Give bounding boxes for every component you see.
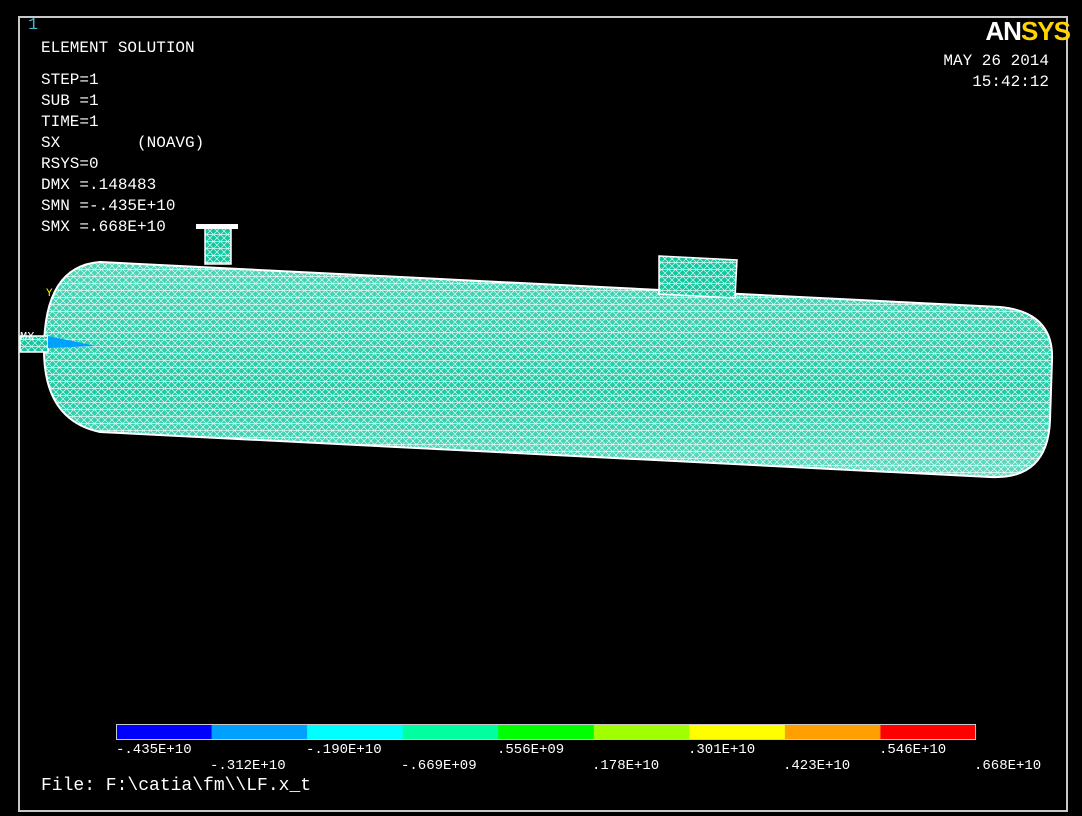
legend-color-band: [593, 725, 690, 739]
legend-color-band: [689, 725, 786, 739]
max-marker-label: MX: [20, 330, 34, 344]
legend-color-band: [880, 725, 976, 739]
legend-color-band: [784, 725, 881, 739]
axis-y-label: Y: [46, 288, 53, 300]
vessel-mesh: [42, 260, 1054, 479]
legend-color-band: [402, 725, 499, 739]
legend-color-band: [116, 725, 213, 739]
legend-color-band: [307, 725, 404, 739]
legend-color-band: [211, 725, 308, 739]
legend-label-bottom: -.312E+10: [210, 758, 286, 774]
legend-label-top: .301E+10: [688, 742, 756, 758]
nozzle-left: [196, 224, 238, 265]
model-viewport[interactable]: MX Y: [0, 0, 1082, 816]
legend-label-bottom: -.669E+09: [401, 758, 477, 774]
nozzle-right: [658, 255, 738, 299]
file-path: File: F:\catia\fm\\LF.x_t: [41, 776, 312, 796]
legend-label-top: .556E+09: [497, 742, 565, 758]
legend-label-top: -.435E+10: [116, 742, 192, 758]
legend-label-top: .546E+10: [879, 742, 947, 758]
legend-label-bottom: .423E+10: [783, 758, 851, 774]
contour-legend-bar: [116, 724, 976, 740]
legend-label-top: -.190E+10: [306, 742, 382, 758]
legend-label-bottom: .178E+10: [592, 758, 660, 774]
legend-color-band: [498, 725, 595, 739]
legend-label-bottom: .668E+10: [974, 758, 1042, 774]
